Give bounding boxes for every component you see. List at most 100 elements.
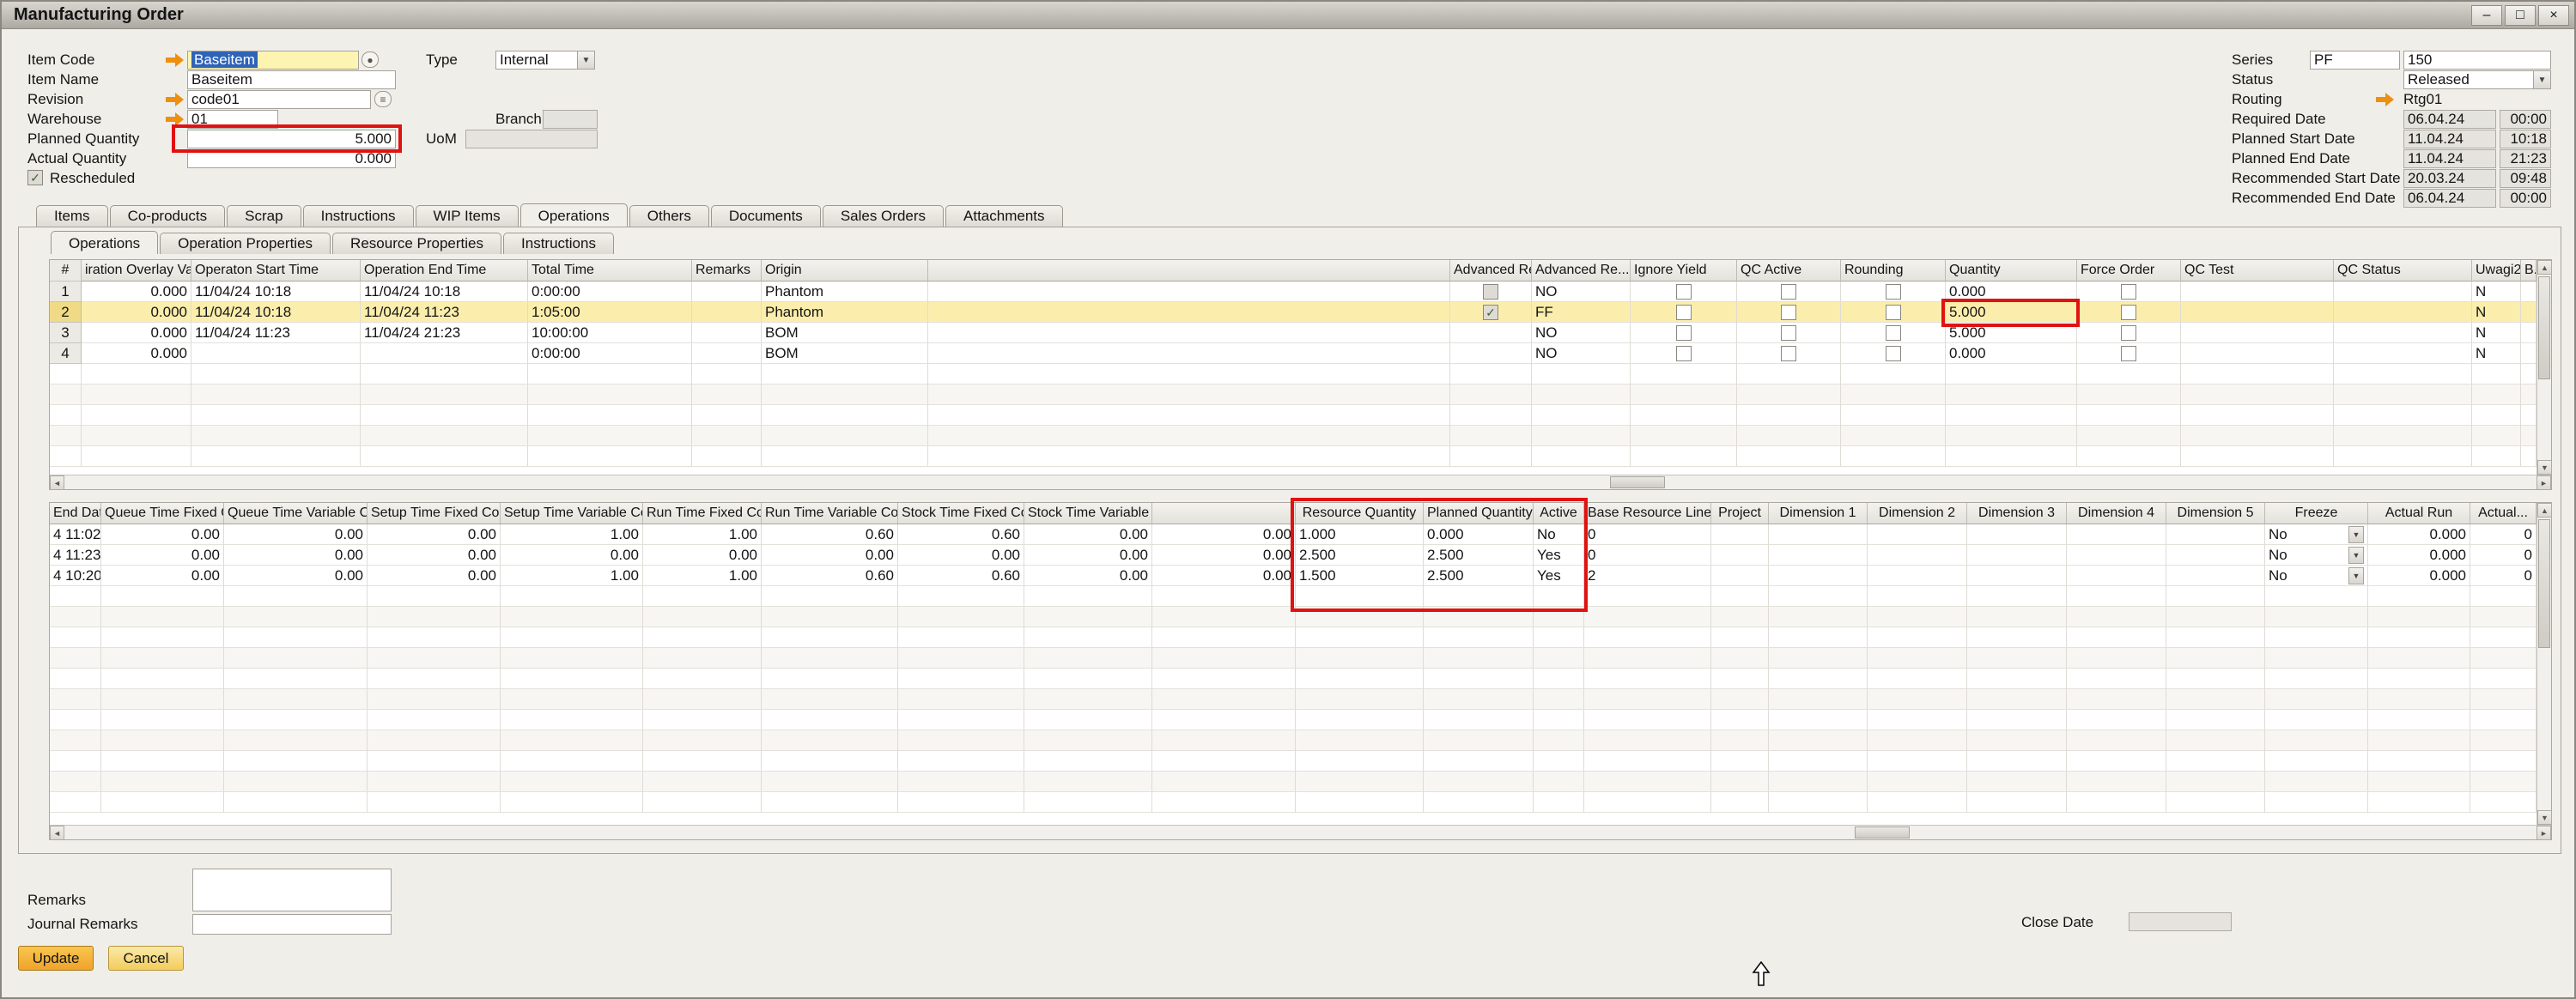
cell-dimension-4[interactable] [2067, 566, 2166, 586]
cell-total-time[interactable]: 10:00:00 [528, 323, 692, 343]
cell-advanced-relationship[interactable] [1450, 343, 1532, 364]
cell-end-date[interactable]: 4 11:02 [50, 524, 101, 545]
cell-project[interactable] [1711, 524, 1769, 545]
qc-active-checkbox[interactable] [1781, 346, 1796, 361]
cell-rounding[interactable] [1841, 323, 1946, 343]
cell-rounding[interactable] [1841, 302, 1946, 323]
cell-remarks[interactable] [692, 302, 762, 323]
tab-operations[interactable]: Operations [520, 203, 628, 227]
cell-dimension-2[interactable] [1868, 566, 1967, 586]
resource-row-2[interactable]: 4 11:23 0.00 0.00 0.00 0.00 0.00 0.00 0.… [50, 545, 2537, 566]
planned-quantity-field[interactable]: 5.000 [187, 130, 396, 148]
actual-quantity-field[interactable]: 0.000 [187, 149, 396, 168]
cell-start-time[interactable]: 11/04/24 10:18 [191, 282, 361, 302]
cancel-button[interactable]: Cancel [108, 946, 184, 971]
subtab-operations[interactable]: Operations [51, 231, 158, 254]
cell-active[interactable]: No [1534, 524, 1584, 545]
cell-qc-test[interactable] [2181, 302, 2334, 323]
ignore-yield-checkbox[interactable] [1676, 284, 1692, 300]
cell-advanced-relationship[interactable] [1450, 323, 1532, 343]
scrollbar-thumb[interactable] [1855, 826, 1910, 839]
scroll-down-icon[interactable]: ▼ [2537, 460, 2552, 475]
cell-resource-quantity[interactable]: 1.000 [1296, 524, 1424, 545]
cell-freeze[interactable]: No▼ [2265, 524, 2368, 545]
cell-planned-quantity[interactable]: 2.500 [1424, 545, 1534, 566]
cell-start-time[interactable]: 11/04/24 10:18 [191, 302, 361, 323]
force-order-checkbox[interactable] [2121, 305, 2136, 320]
operations-vertical-scrollbar[interactable]: ▲ ▼ [2537, 260, 2551, 475]
scrollbar-track[interactable] [2537, 518, 2551, 810]
item-code-link-arrow-icon[interactable] [165, 53, 184, 67]
cell-advanced-re[interactable]: NO [1532, 343, 1631, 364]
cell-ignore-yield[interactable] [1631, 302, 1737, 323]
scroll-left-icon[interactable]: ◄ [50, 475, 64, 490]
cell-origin[interactable]: BOM [762, 323, 928, 343]
cell-uwagi2[interactable]: N [2472, 282, 2521, 302]
cell-dimension-4[interactable] [2067, 524, 2166, 545]
choose-from-list-icon[interactable]: ● [361, 51, 379, 68]
cell-actual-more[interactable]: 0 [2470, 524, 2537, 545]
operations-row-4[interactable]: 4 0.000 0:00:00 BOM NO 0.000 [50, 343, 2537, 364]
cell-quantity[interactable]: 0.000 [1946, 343, 2077, 364]
item-name-field[interactable]: Baseitem [187, 70, 396, 89]
type-dropdown[interactable]: Internal ▼ [495, 51, 595, 70]
qc-active-checkbox[interactable] [1781, 325, 1796, 341]
cell-qc-test[interactable] [2181, 343, 2334, 364]
cell-end-date[interactable]: 4 10:20 [50, 566, 101, 586]
cell-force-order[interactable] [2077, 323, 2181, 343]
cell-origin[interactable]: BOM [762, 343, 928, 364]
qc-active-checkbox[interactable] [1781, 305, 1796, 320]
cell-base-resource-line[interactable]: 2 [1584, 566, 1711, 586]
cell-remarks[interactable] [692, 323, 762, 343]
cell-base-resource-line[interactable]: 0 [1584, 524, 1711, 545]
cell-queue-fixed[interactable]: 0.00 [101, 566, 224, 586]
cell-quantity-highlighted[interactable]: 5.000 [1946, 302, 2077, 323]
scrollbar-track[interactable] [2537, 275, 2551, 460]
cell-qc-status[interactable] [2334, 343, 2472, 364]
force-order-checkbox[interactable] [2121, 346, 2136, 361]
routing-link-arrow-icon[interactable] [2375, 93, 2394, 106]
cell-dimension-5[interactable] [2166, 524, 2265, 545]
cell-run-variable[interactable]: 0.60 [762, 524, 898, 545]
operations-row-1[interactable]: 1 0.000 11/04/24 10:18 11/04/24 10:18 0:… [50, 282, 2537, 302]
cell-dimension-5[interactable] [2166, 545, 2265, 566]
cell-advanced-re[interactable]: NO [1532, 282, 1631, 302]
cell-quantity[interactable]: 5.000 [1946, 323, 2077, 343]
cell-setup-fixed[interactable]: 0.00 [368, 524, 501, 545]
cell-dimension-1[interactable] [1769, 524, 1868, 545]
cell-start-time[interactable]: 11/04/24 11:23 [191, 323, 361, 343]
rounding-checkbox[interactable] [1886, 325, 1901, 341]
cell-dimension-5[interactable] [2166, 566, 2265, 586]
series-number-field[interactable]: 150 [2403, 51, 2551, 70]
scrollbar-track[interactable] [64, 475, 2537, 489]
cell-qc-active[interactable] [1737, 323, 1841, 343]
ignore-yield-checkbox[interactable] [1676, 325, 1692, 341]
cell-qc-status[interactable] [2334, 323, 2472, 343]
cell-total-time[interactable]: 1:05:00 [528, 302, 692, 323]
cell-qc-test[interactable] [2181, 323, 2334, 343]
cell-queue-fixed[interactable]: 0.00 [101, 545, 224, 566]
cell-overlay-value[interactable]: 0.000 [82, 343, 191, 364]
cell-actual-run[interactable]: 0.000 [2368, 524, 2470, 545]
cell-end-time[interactable] [361, 343, 528, 364]
rescheduled-checkbox[interactable] [27, 170, 43, 185]
subtab-instructions[interactable]: Instructions [503, 233, 614, 254]
cell-dimension-3[interactable] [1967, 524, 2067, 545]
cell-actual-run[interactable]: 0.000 [2368, 566, 2470, 586]
minimize-button[interactable]: – [2471, 5, 2502, 26]
cell-resource-quantity[interactable]: 1.500 [1296, 566, 1424, 586]
cell-overlay-value[interactable]: 0.000 [82, 282, 191, 302]
cell-resource-quantity[interactable]: 2.500 [1296, 545, 1424, 566]
row-number[interactable]: 4 [50, 343, 82, 364]
revision-link-arrow-icon[interactable] [165, 93, 184, 106]
cell-dimension-3[interactable] [1967, 566, 2067, 586]
cell-run-fixed[interactable]: 0.00 [643, 545, 762, 566]
cell-advanced-relationship[interactable] [1450, 302, 1532, 323]
tab-attachments[interactable]: Attachments [945, 205, 1063, 227]
update-button[interactable]: Update [18, 946, 94, 971]
cell-qc-status[interactable] [2334, 302, 2472, 323]
cell-stock-fixed[interactable]: 0.60 [898, 524, 1024, 545]
cell-uwagi2[interactable]: N [2472, 302, 2521, 323]
close-button[interactable]: × [2538, 5, 2569, 26]
resources-horizontal-scrollbar[interactable]: ◄ ► [50, 825, 2551, 839]
